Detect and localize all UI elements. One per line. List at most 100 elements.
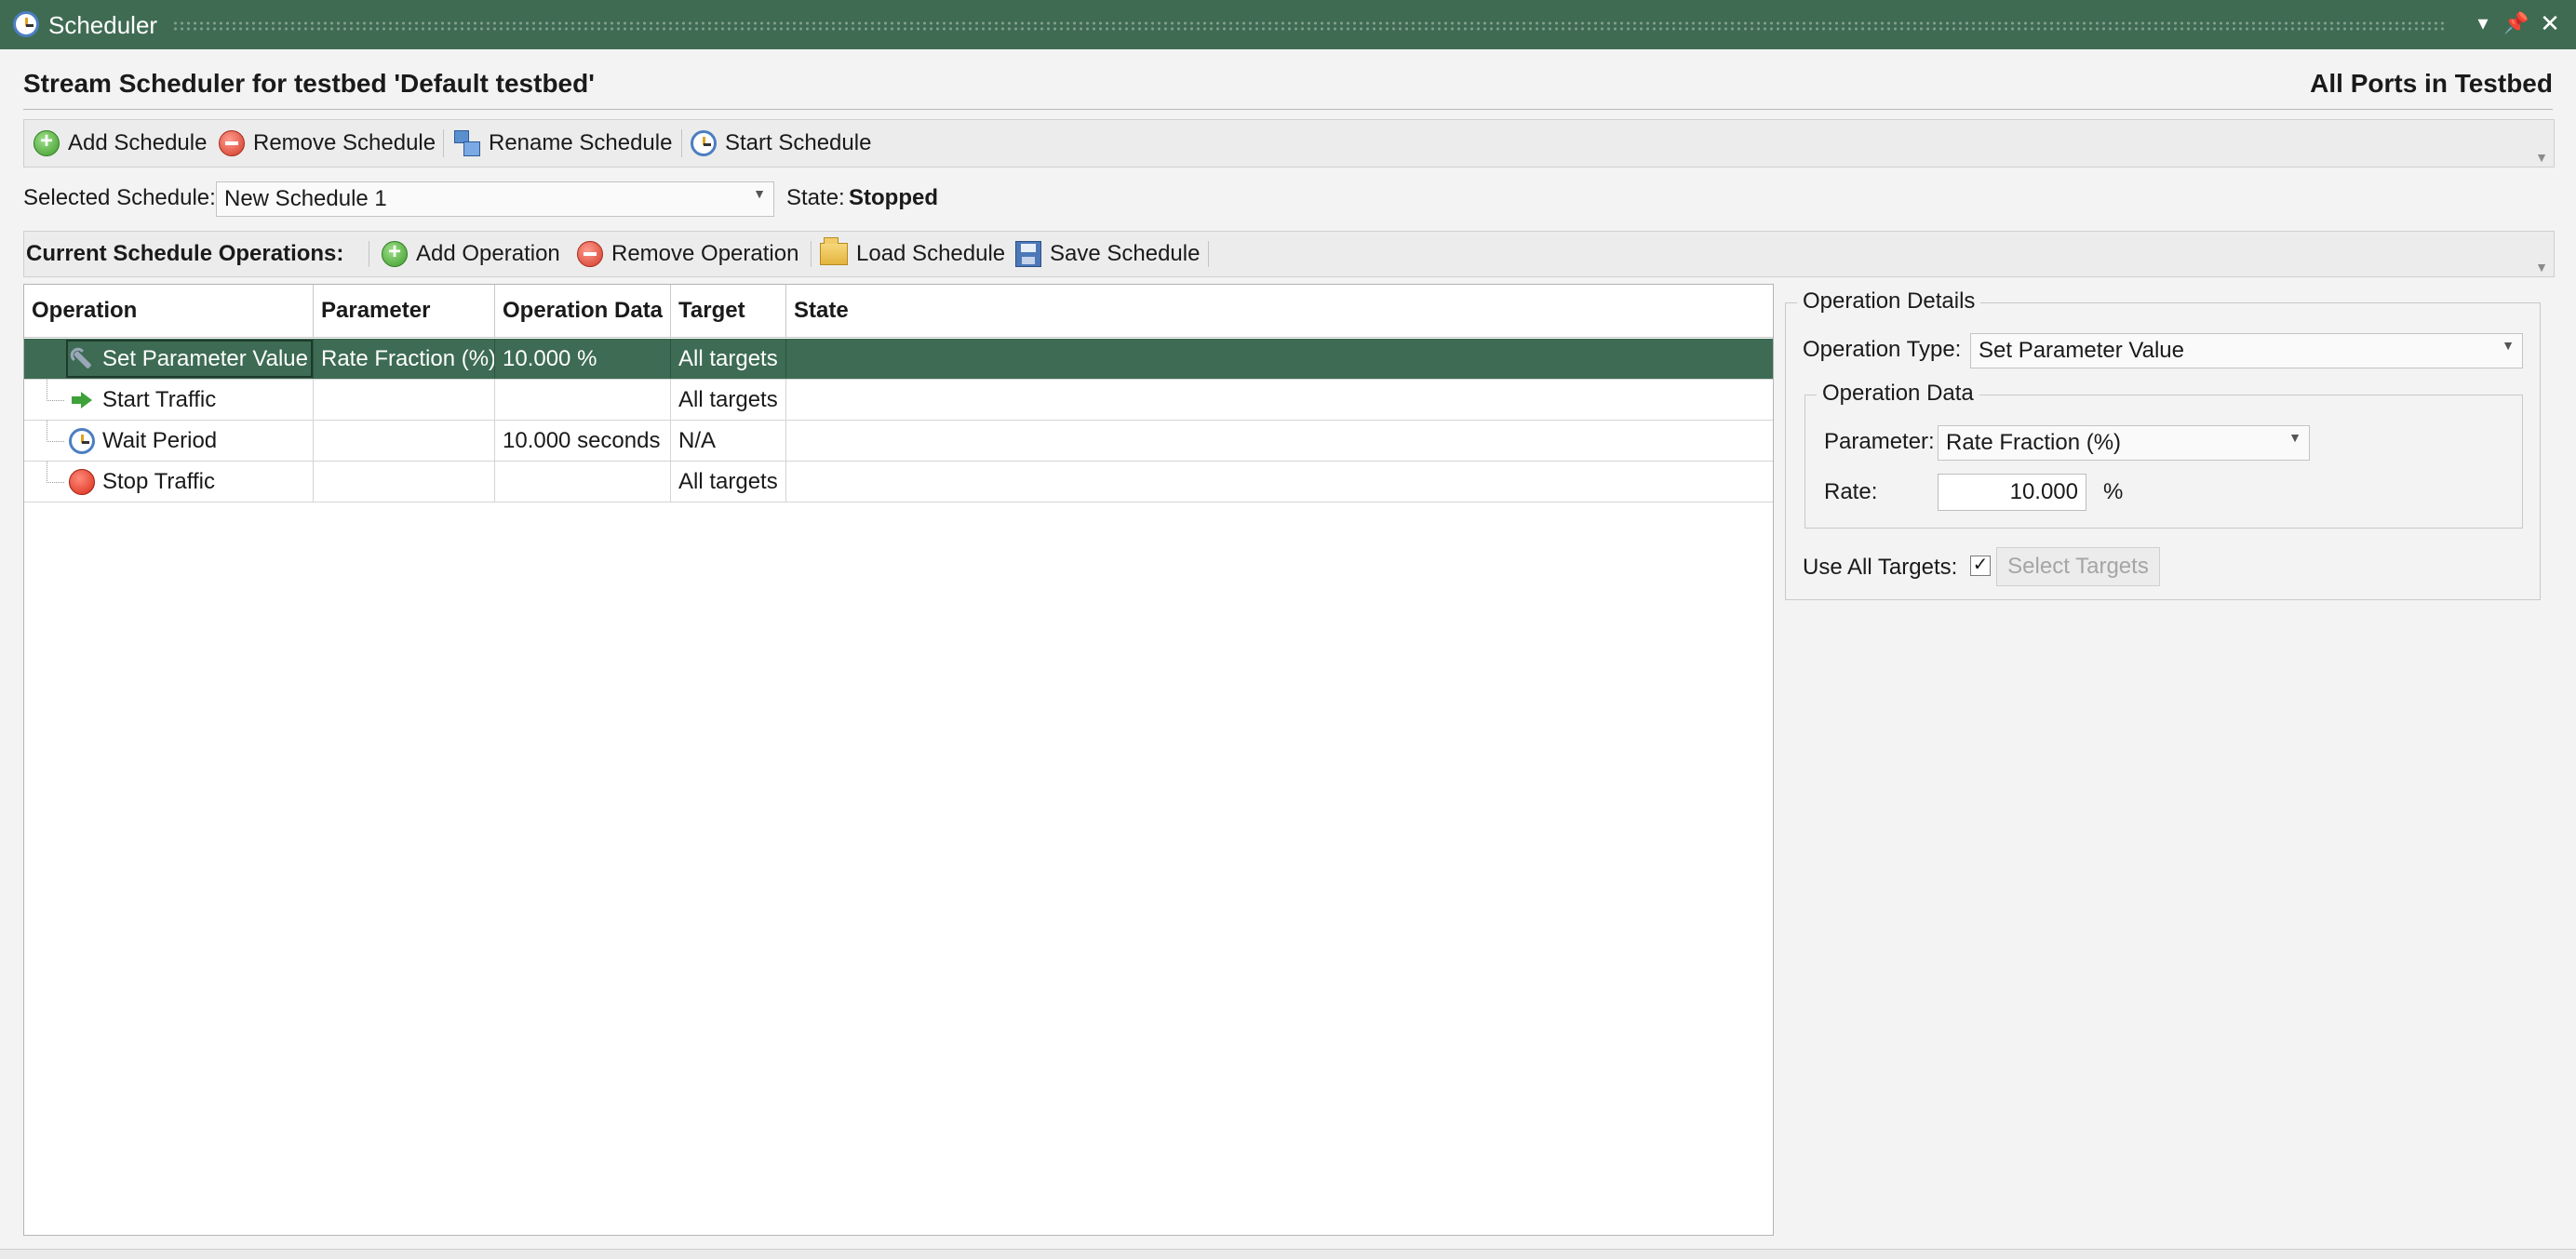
rename-schedule-button[interactable]: Rename Schedule	[454, 120, 672, 167]
window-title: Scheduler	[48, 11, 158, 39]
operation-cell[interactable]: Wait Period	[65, 421, 314, 461]
operation-cell[interactable]: Start Traffic	[65, 380, 314, 420]
remove-operation-button[interactable]: Remove Operation	[577, 232, 798, 276]
tree-connector	[24, 339, 65, 379]
remove-icon	[219, 130, 245, 156]
operation-type-value: Set Parameter Value	[1979, 338, 2185, 363]
chevron-down-icon[interactable]: ▾	[2470, 11, 2496, 35]
parameter-cell	[314, 421, 495, 461]
operations-toolbar: Current Schedule Operations: Add Operati…	[23, 231, 2555, 277]
add-operation-label: Add Operation	[416, 241, 560, 266]
add-icon	[34, 128, 60, 156]
toolbar-separator	[681, 129, 682, 157]
operation-cell[interactable]: Set Parameter Value	[65, 339, 314, 379]
toolbar-overflow-icon[interactable]: ▼	[2535, 150, 2548, 165]
operation-name: Start Traffic	[102, 386, 217, 412]
parameter-label: Parameter:	[1824, 429, 1935, 454]
operation-details-title: Operation Details	[1797, 288, 1981, 315]
add-icon	[382, 239, 408, 267]
table-row[interactable]: Set Parameter Value Rate Fraction (%) 10…	[24, 339, 1773, 380]
rename-icon	[454, 130, 480, 156]
toolbar-separator	[443, 129, 444, 157]
schedule-select[interactable]: New Schedule 1 ▼	[216, 181, 774, 217]
table-row[interactable]: Start Traffic All targets	[24, 380, 1773, 421]
tree-connector	[47, 380, 64, 401]
window-titlebar: Scheduler ▾ 📌 ✕	[0, 0, 2576, 49]
pin-icon[interactable]: 📌	[2503, 11, 2529, 35]
titlebar-grip[interactable]	[172, 20, 2446, 32]
wrench-icon	[65, 341, 101, 378]
alarm-clock-icon	[13, 11, 39, 37]
close-icon[interactable]: ✕	[2537, 9, 2563, 38]
column-header-operation-data[interactable]: Operation Data	[495, 285, 671, 338]
toolbar-separator	[1208, 241, 1209, 267]
rate-label: Rate:	[1824, 479, 1878, 504]
column-header-parameter[interactable]: Parameter	[314, 285, 495, 338]
column-header-state[interactable]: State	[786, 285, 1773, 338]
add-operation-button[interactable]: Add Operation	[382, 232, 560, 276]
start-schedule-button[interactable]: Start Schedule	[691, 120, 871, 167]
operation-data-cell	[495, 462, 671, 502]
rate-input[interactable]: 10.000	[1938, 474, 2086, 511]
tree-connector	[47, 462, 64, 483]
target-cell: All targets	[671, 339, 786, 379]
operations-grid[interactable]: Operation Parameter Operation Data Targe…	[23, 284, 1774, 1236]
operation-data-cell: 10.000 seconds	[495, 421, 671, 461]
operation-type-label: Operation Type:	[1803, 337, 1962, 362]
selected-schedule-label: Selected Schedule:	[23, 185, 216, 210]
column-header-operation[interactable]: Operation	[24, 285, 314, 338]
target-cell: All targets	[671, 380, 786, 420]
chevron-down-icon: ▼	[2288, 430, 2301, 445]
parameter-cell	[314, 380, 495, 420]
state-cell	[786, 462, 1773, 502]
operations-toolbar-label: Current Schedule Operations:	[26, 241, 344, 266]
toolbar-overflow-icon[interactable]: ▼	[2535, 260, 2548, 275]
state-cell	[786, 339, 1773, 379]
load-schedule-label: Load Schedule	[856, 241, 1006, 266]
remove-schedule-button[interactable]: Remove Schedule	[219, 120, 436, 167]
header-divider	[23, 109, 2553, 110]
load-schedule-button[interactable]: Load Schedule	[820, 232, 1005, 276]
operation-cell[interactable]: Stop Traffic	[65, 462, 314, 502]
operation-data-title: Operation Data	[1817, 381, 1979, 407]
alarm-clock-icon	[69, 427, 95, 454]
tree-connector	[47, 421, 64, 442]
alarm-clock-icon	[691, 130, 717, 156]
operation-name: Set Parameter Value	[102, 345, 309, 371]
toolbar-separator	[811, 241, 812, 267]
operation-type-select[interactable]: Set Parameter Value ▼	[1970, 333, 2523, 368]
schedule-select-value: New Schedule 1	[224, 186, 387, 211]
save-schedule-button[interactable]: Save Schedule	[1015, 232, 1200, 276]
target-cell: N/A	[671, 421, 786, 461]
table-row[interactable]: Stop Traffic All targets	[24, 462, 1773, 502]
operation-data-group: Operation Data Parameter: Rate Fraction …	[1805, 381, 2523, 529]
page-title: Stream Scheduler for testbed 'Default te…	[23, 69, 595, 98]
target-cell: All targets	[671, 462, 786, 502]
table-row[interactable]: Wait Period 10.000 seconds N/A	[24, 421, 1773, 462]
remove-icon	[577, 241, 603, 267]
folder-icon	[820, 237, 848, 265]
column-header-target[interactable]: Target	[671, 285, 786, 338]
parameter-cell	[314, 462, 495, 502]
add-schedule-button[interactable]: Add Schedule	[34, 120, 207, 167]
schedule-toolbar: Add Schedule Remove Schedule Rename Sche…	[23, 119, 2555, 167]
parameter-select[interactable]: Rate Fraction (%) ▼	[1938, 425, 2310, 461]
start-schedule-label: Start Schedule	[725, 130, 872, 155]
state-label: State:	[786, 185, 845, 210]
chevron-down-icon: ▼	[753, 186, 766, 201]
select-targets-button[interactable]: Select Targets	[1996, 547, 2160, 586]
chevron-down-icon: ▼	[2502, 338, 2515, 353]
parameter-cell: Rate Fraction (%)	[314, 339, 495, 379]
parameter-value: Rate Fraction (%)	[1946, 430, 2122, 455]
operation-name: Stop Traffic	[102, 468, 215, 494]
use-all-targets-checkbox[interactable]: ✓	[1970, 556, 1991, 576]
remove-schedule-label: Remove Schedule	[253, 130, 436, 155]
rate-unit: %	[2103, 479, 2124, 504]
state-cell	[786, 380, 1773, 420]
operation-data-cell: 10.000 %	[495, 339, 671, 379]
scope-label: All Ports in Testbed	[2310, 69, 2553, 98]
use-all-targets-label: Use All Targets:	[1803, 555, 1958, 580]
operation-name: Wait Period	[102, 427, 218, 453]
status-strip	[0, 1249, 2576, 1259]
operation-details-group: Operation Details Operation Type: Set Pa…	[1785, 288, 2541, 600]
